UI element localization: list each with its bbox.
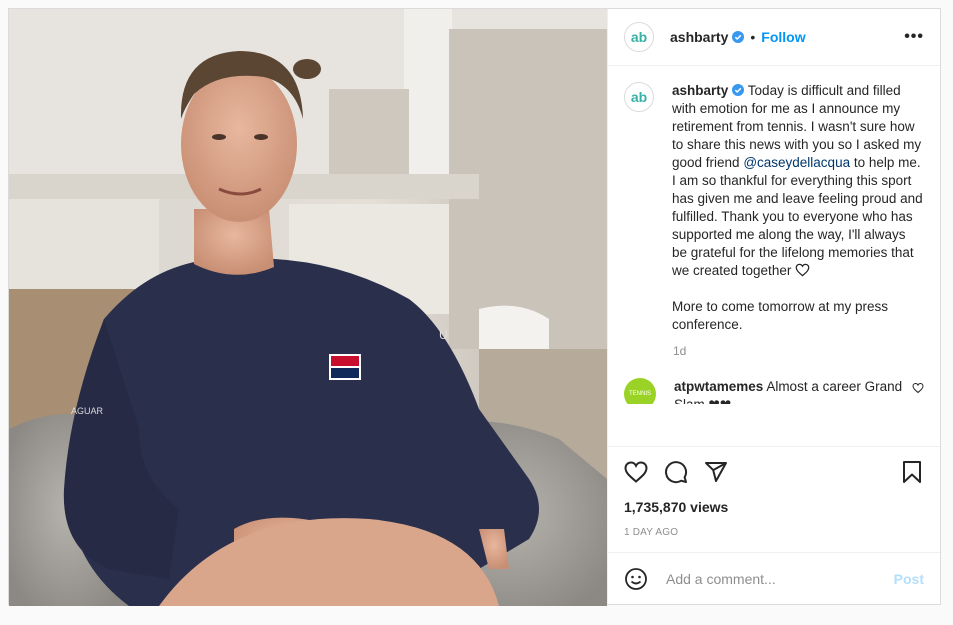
caption-username[interactable]: ashbarty	[672, 83, 728, 98]
add-comment-input[interactable]	[664, 569, 894, 588]
comment-like-heart-icon[interactable]	[912, 382, 924, 394]
heart-icon[interactable]	[624, 460, 648, 484]
verified-badge-icon	[732, 31, 745, 43]
more-options-icon[interactable]: •••	[904, 28, 924, 46]
caption-second-paragraph: More to come tomorrow at my press confer…	[672, 299, 889, 332]
caption-timestamp: 1d	[673, 344, 687, 358]
svg-text:U: U	[439, 328, 448, 342]
post-caption: ab ashbarty Today is difficult and fille…	[624, 82, 924, 334]
post-video[interactable]: AGUAR U	[9, 9, 607, 606]
mention-link[interactable]: @caseydellacqua	[743, 155, 850, 170]
post-date[interactable]: 1 DAY AGO	[624, 527, 924, 538]
comment-bubble-icon[interactable]	[664, 460, 688, 484]
caption-text: ashbarty Today is difficult and filled w…	[672, 82, 924, 334]
verified-badge-icon	[732, 84, 745, 96]
caption-body-part2: to help me. I am so thankful for everyth…	[672, 155, 923, 278]
caption-avatar[interactable]: ab	[624, 82, 654, 112]
add-comment-bar: Post	[608, 552, 940, 604]
profile-avatar[interactable]: ab	[624, 22, 654, 52]
commenter-username[interactable]: atpwtamemes	[674, 379, 763, 394]
instagram-post: AGUAR U ab ashbarty • Follow ••• ab ashb…	[8, 8, 941, 606]
follow-button[interactable]: Follow	[761, 29, 805, 45]
post-actions: 1,735,870 views 1 DAY AGO	[608, 446, 940, 552]
comment-item: TENNIS atpwtamemes Almost a career Grand…	[624, 378, 924, 404]
post-comment-button[interactable]: Post	[894, 571, 924, 587]
view-count[interactable]: 1,735,870 views	[624, 499, 924, 515]
video-frame-illustration: AGUAR U	[9, 9, 607, 606]
comment-text: atpwtamemes Almost a career Grand Slam ❤…	[674, 378, 904, 404]
smiley-icon[interactable]	[624, 567, 648, 591]
separator-dot: •	[750, 29, 756, 45]
bookmark-icon[interactable]	[900, 460, 924, 484]
comments-section[interactable]: ab ashbarty Today is difficult and fille…	[608, 66, 940, 446]
action-bar	[624, 459, 924, 485]
post-details-panel: ab ashbarty • Follow ••• ab ashbarty Tod…	[607, 9, 940, 604]
username-link[interactable]: ashbarty	[670, 29, 728, 45]
paper-plane-icon[interactable]	[704, 460, 728, 484]
commenter-avatar[interactable]: TENNIS	[624, 378, 656, 404]
heart-emoji-icon	[795, 263, 810, 277]
post-header: ab ashbarty • Follow •••	[608, 9, 940, 66]
svg-text:AGUAR: AGUAR	[71, 406, 104, 416]
